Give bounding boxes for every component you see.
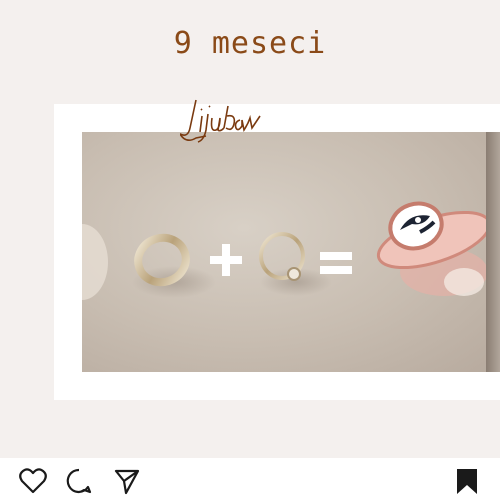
save-button[interactable] [452,466,482,496]
comment-icon [66,468,92,494]
next-image-peek [486,132,500,372]
signature-logo [177,94,270,154]
rings-pacifier-illustration [82,201,486,300]
heart-icon [19,468,47,494]
bookmark-icon [457,469,477,494]
plus-sign [210,244,242,276]
pacifier [376,201,486,296]
like-button[interactable] [18,466,48,496]
equals-sign [320,252,352,274]
comment-button[interactable] [64,466,94,496]
post-title: 9 meseci [173,26,327,61]
signature-ljubav [177,99,261,143]
blurred-object-left [82,224,108,300]
send-icon [114,469,140,495]
share-button[interactable] [112,466,142,496]
ring-stone [287,267,301,281]
post-photo[interactable] [82,132,486,372]
